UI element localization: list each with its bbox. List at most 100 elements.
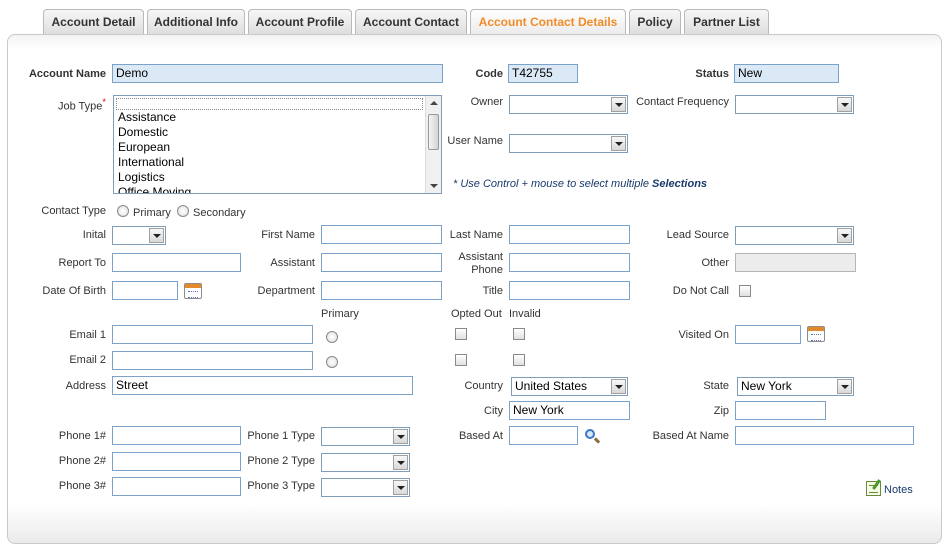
department-field[interactable] [321,281,442,300]
chevron-down-icon[interactable] [611,379,626,394]
based-at-name-field[interactable] [735,426,914,445]
chevron-down-icon[interactable] [149,228,164,243]
do-not-call-label: Do Not Call [672,285,729,297]
notes-button[interactable]: Notes [866,481,914,499]
email2-opted-out-checkbox[interactable] [455,354,467,366]
visited-on-label: Visited On [678,329,729,341]
do-not-call-checkbox[interactable] [739,285,751,297]
chevron-down-icon[interactable] [611,136,626,151]
chevron-down-icon[interactable] [393,480,408,495]
zip-field[interactable] [735,401,826,420]
status-label: Status [695,68,729,80]
account-name-label: Account Name [28,68,106,80]
status-field[interactable]: New [734,64,839,83]
email1-opted-out-checkbox[interactable] [455,328,467,340]
department-label: Department [257,285,315,297]
listbox-focus-row[interactable] [116,98,423,110]
phone2-type-select[interactable] [321,453,410,472]
tab-account-contact[interactable]: Account Contact [355,9,467,34]
first-name-label: First Name [261,229,315,241]
email-invalid-header: Invalid [509,308,541,320]
country-select[interactable]: United States [511,377,628,396]
assistant-phone-label: Assistant Phone [458,251,503,276]
visited-on-field[interactable] [735,325,801,344]
email2-label: Email 2 [69,354,106,366]
email1-label: Email 1 [69,329,106,341]
owner-select[interactable] [509,95,628,114]
phone1-type-label: Phone 1 Type [247,430,315,442]
job-type-option[interactable]: Assistance [118,110,176,125]
email1-invalid-checkbox[interactable] [513,328,525,340]
assistant-label: Assistant [270,257,315,269]
address-field[interactable]: Street [112,376,413,395]
email2-primary-radio[interactable] [326,356,338,368]
job-type-option[interactable]: Logistics [118,170,165,185]
lead-source-select[interactable] [735,226,854,245]
email-opted-out-header: Opted Out [451,308,502,320]
phone3-type-select[interactable] [321,478,410,497]
email1-primary-radio[interactable] [326,331,338,343]
state-select[interactable]: New York [737,377,854,396]
tab-account-profile[interactable]: Account Profile [248,9,352,34]
chevron-down-icon[interactable] [837,379,852,394]
country-value: United States [515,379,588,393]
code-field[interactable]: T42755 [508,64,578,83]
user-name-label: User Name [447,135,503,147]
scroll-down-icon[interactable] [430,184,438,188]
city-field[interactable]: New York [509,401,630,420]
email-primary-header: Primary [321,308,359,320]
contact-type-primary-radio[interactable] [117,205,129,217]
phone3-label: Phone 3# [58,480,106,492]
job-type-listbox[interactable]: Assistance Domestic European Internation… [113,95,442,194]
tab-account-detail[interactable]: Account Detail [43,9,144,34]
contact-type-secondary-label: Secondary [193,207,246,219]
chevron-down-icon[interactable] [393,429,408,444]
search-icon[interactable] [584,428,601,444]
city-label: City [484,405,503,417]
account-name-field[interactable]: Demo [112,64,443,83]
initial-select[interactable] [112,226,166,245]
address-label: Address [65,380,106,392]
chevron-down-icon[interactable] [393,455,408,470]
calendar-icon[interactable] [807,326,825,342]
calendar-icon[interactable] [184,283,202,299]
owner-label: Owner [470,96,503,108]
contact-type-secondary-radio[interactable] [177,205,189,217]
title-label: Title [482,285,503,297]
assistant-field[interactable] [321,253,442,272]
job-type-label: Job Type* [57,97,106,113]
job-type-option[interactable]: Office Moving [118,185,191,193]
required-mark: * [102,97,106,107]
job-type-option[interactable]: European [118,140,170,155]
first-name-field[interactable] [321,225,442,244]
phone1-type-select[interactable] [321,427,410,446]
job-type-option[interactable]: International [118,155,184,170]
email2-field[interactable] [112,351,313,370]
phone3-type-label: Phone 3 Type [247,480,315,492]
contact-type-primary-label: Primary [133,207,171,219]
lead-source-label: Lead Source [666,229,729,241]
other-field[interactable] [735,253,856,272]
last-name-field[interactable] [509,225,630,244]
based-at-label: Based At [458,430,503,442]
tab-account-contact-details[interactable]: Account Contact Details [470,9,626,34]
chevron-down-icon[interactable] [837,228,852,243]
assistant-phone-field[interactable] [509,253,630,272]
scroll-up-icon[interactable] [430,101,438,105]
multi-select-hint: * Use Control + mouse to select multiple… [453,178,708,190]
user-name-select[interactable] [509,134,628,153]
tab-additional-info[interactable]: Additional Info [147,9,245,34]
email1-field[interactable] [112,325,313,344]
initial-label: Inital [82,229,106,241]
contact-frequency-select[interactable] [735,95,854,114]
email2-invalid-checkbox[interactable] [513,354,525,366]
tab-partner-list[interactable]: Partner List [684,9,769,34]
tab-policy[interactable]: Policy [629,9,681,34]
date-of-birth-field[interactable] [112,281,178,300]
phone1-label: Phone 1# [58,430,106,442]
zip-label: Zip [713,405,729,417]
job-type-option[interactable]: Domestic [118,125,168,140]
based-at-field[interactable] [509,426,578,445]
chevron-down-icon[interactable] [837,97,852,112]
title-field[interactable] [509,281,630,300]
